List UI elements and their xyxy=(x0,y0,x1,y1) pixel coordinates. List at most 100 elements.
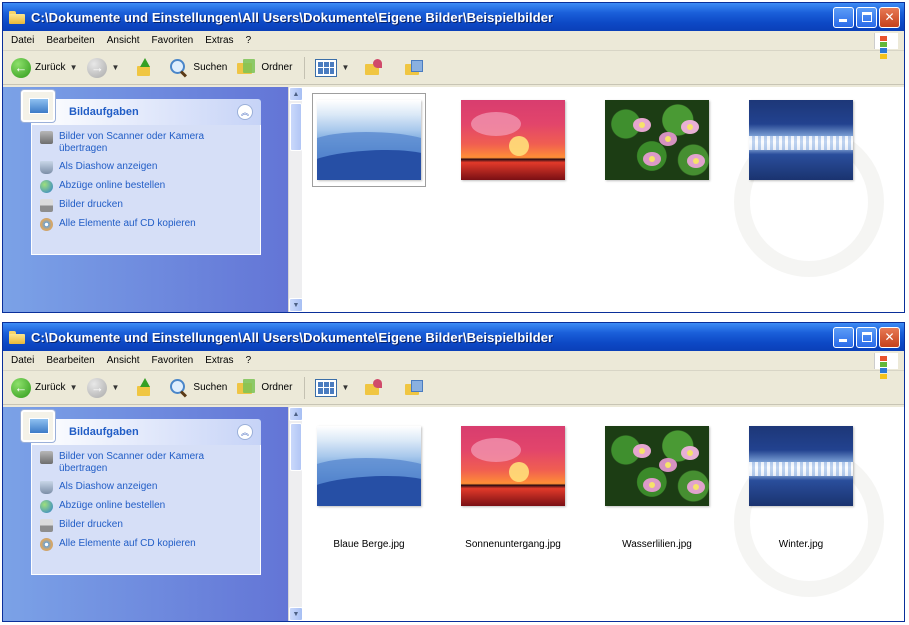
task-copy-cd[interactable]: Alle Elemente auf CD kopieren xyxy=(40,538,254,551)
menu-help[interactable]: ? xyxy=(240,355,258,366)
task-print[interactable]: Bilder drucken xyxy=(40,519,254,532)
task-label: Bilder von Scanner oder Kamera übertrage… xyxy=(59,131,205,154)
scroll-thumb[interactable] xyxy=(290,423,302,471)
task-order-prints[interactable]: Abzüge online bestellen xyxy=(40,500,254,513)
copy-to-button[interactable] xyxy=(395,55,433,81)
menu-bearbeiten[interactable]: Bearbeiten xyxy=(40,355,100,366)
maximize-button[interactable] xyxy=(856,6,877,28)
picture-tasks-header[interactable]: Bildaufgaben ︽ xyxy=(21,410,261,445)
picture-tasks-header[interactable]: Bildaufgaben ︽ xyxy=(21,90,261,125)
task-order-prints[interactable]: Abzüge online bestellen xyxy=(40,180,254,193)
thumbnail-frame xyxy=(456,93,570,187)
file-item-wasserlilien[interactable] xyxy=(596,93,718,213)
folder-icon xyxy=(9,10,25,24)
task-print[interactable]: Bilder drucken xyxy=(40,199,254,212)
folders-button[interactable]: Ordner xyxy=(233,55,296,81)
task-scanner-camera[interactable]: Bilder von Scanner oder Kamera übertrage… xyxy=(40,131,254,155)
task-scanner-camera[interactable]: Bilder von Scanner oder Kamera übertrage… xyxy=(40,451,254,475)
back-button[interactable]: ← Zurück ▼ xyxy=(7,375,81,401)
windows-logo-icon xyxy=(874,353,898,379)
menu-favoriten[interactable]: Favoriten xyxy=(146,355,200,366)
up-button[interactable] xyxy=(125,55,163,81)
task-copy-cd[interactable]: Alle Elemente auf CD kopieren xyxy=(40,218,254,231)
menu-ansicht[interactable]: Ansicht xyxy=(101,355,146,366)
close-button[interactable]: ✕ xyxy=(879,6,900,28)
picture-tasks-title: Bildaufgaben xyxy=(69,426,139,438)
file-item-sonnenuntergang[interactable]: Sonnenuntergang.jpg xyxy=(452,419,574,550)
folder-up-icon xyxy=(135,57,153,78)
minimize-button[interactable] xyxy=(833,326,854,348)
thumbnail-blue-mountains xyxy=(317,100,421,180)
menu-help[interactable]: ? xyxy=(240,35,258,46)
file-name: Blaue Berge.jpg xyxy=(333,539,405,550)
title-bar[interactable]: C:\Dokumente und Einstellungen\All Users… xyxy=(3,3,904,31)
task-pane-scrollbar[interactable]: ▲ ▼ xyxy=(288,407,303,621)
window-title: C:\Dokumente und Einstellungen\All Users… xyxy=(31,329,554,345)
search-label: Suchen xyxy=(193,62,228,73)
thumbnail-frame xyxy=(456,419,570,513)
task-label: Alle Elemente auf CD kopieren xyxy=(59,538,196,549)
task-pane-scrollbar[interactable]: ▲ ▼ xyxy=(288,87,303,312)
close-button[interactable]: ✕ xyxy=(879,326,900,348)
menu-extras[interactable]: Extras xyxy=(199,355,239,366)
thumbnail-frame xyxy=(312,419,426,513)
picture-tasks-icon xyxy=(21,410,55,442)
scroll-down-icon[interactable]: ▼ xyxy=(289,298,303,312)
picture-tasks-title: Bildaufgaben xyxy=(69,106,139,118)
folders-label: Ordner xyxy=(261,382,293,393)
windows-logo-icon xyxy=(874,33,898,59)
forward-button[interactable]: → ▼ xyxy=(83,375,123,401)
file-item-winter[interactable]: Winter.jpg xyxy=(740,419,862,550)
task-label: Bilder drucken xyxy=(59,519,123,530)
file-item-blaue-berge[interactable]: Blaue Berge.jpg xyxy=(308,419,430,550)
folders-icon xyxy=(237,58,257,77)
toolbar: ← Zurück ▼ → ▼ Suchen Ordner ▼ xyxy=(3,51,904,85)
task-slideshow[interactable]: Als Diashow anzeigen xyxy=(40,161,254,174)
task-label: Bilder von Scanner oder Kamera übertrage… xyxy=(59,451,205,474)
file-item-blaue-berge[interactable] xyxy=(308,93,430,213)
file-item-wasserlilien[interactable]: Wasserlilien.jpg xyxy=(596,419,718,550)
globe-icon xyxy=(40,500,53,513)
window-title: C:\Dokumente und Einstellungen\All Users… xyxy=(31,9,554,25)
picture-tasks-list: Bilder von Scanner oder Kamera übertrage… xyxy=(31,445,261,575)
scroll-up-icon[interactable]: ▲ xyxy=(289,87,303,101)
views-button[interactable]: ▼ xyxy=(311,375,353,401)
search-button[interactable]: Suchen xyxy=(165,375,231,401)
menu-ansicht[interactable]: Ansicht xyxy=(101,35,146,46)
dropdown-arrow-icon: ▼ xyxy=(341,63,350,72)
file-item-sonnenuntergang[interactable] xyxy=(452,93,574,213)
menu-datei[interactable]: Datei xyxy=(5,355,40,366)
thumbnail-frame xyxy=(744,93,858,187)
dropdown-arrow-icon: ▼ xyxy=(341,383,350,392)
menu-favoriten[interactable]: Favoriten xyxy=(146,35,200,46)
task-slideshow[interactable]: Als Diashow anzeigen xyxy=(40,481,254,494)
toolbar-separator xyxy=(304,376,306,399)
copy-to-button[interactable] xyxy=(395,375,433,401)
folders-button[interactable]: Ordner xyxy=(233,375,296,401)
back-button[interactable]: ← Zurück ▼ xyxy=(7,55,81,81)
scroll-up-icon[interactable]: ▲ xyxy=(289,407,303,421)
maximize-button[interactable] xyxy=(856,326,877,348)
collapse-chevron-icon[interactable]: ︽ xyxy=(237,104,253,120)
scroll-thumb[interactable] xyxy=(290,103,302,151)
move-to-button[interactable] xyxy=(355,375,393,401)
menu-datei[interactable]: Datei xyxy=(5,35,40,46)
file-item-winter[interactable] xyxy=(740,93,862,213)
move-to-button[interactable] xyxy=(355,55,393,81)
thumbnail-water-lilies xyxy=(605,426,709,506)
forward-button[interactable]: → ▼ xyxy=(83,55,123,81)
thumbnail-frame xyxy=(600,419,714,513)
menu-extras[interactable]: Extras xyxy=(199,35,239,46)
close-icon: ✕ xyxy=(884,330,895,344)
views-button[interactable]: ▼ xyxy=(311,55,353,81)
close-icon: ✕ xyxy=(884,10,895,24)
collapse-chevron-icon[interactable]: ︽ xyxy=(237,424,253,440)
search-button[interactable]: Suchen xyxy=(165,55,231,81)
title-bar[interactable]: C:\Dokumente und Einstellungen\All Users… xyxy=(3,323,904,351)
toolbar-separator xyxy=(304,56,306,79)
up-button[interactable] xyxy=(125,375,163,401)
move-to-folder-icon xyxy=(363,378,385,398)
menu-bearbeiten[interactable]: Bearbeiten xyxy=(40,35,100,46)
minimize-button[interactable] xyxy=(833,6,854,28)
scroll-down-icon[interactable]: ▼ xyxy=(289,607,303,621)
